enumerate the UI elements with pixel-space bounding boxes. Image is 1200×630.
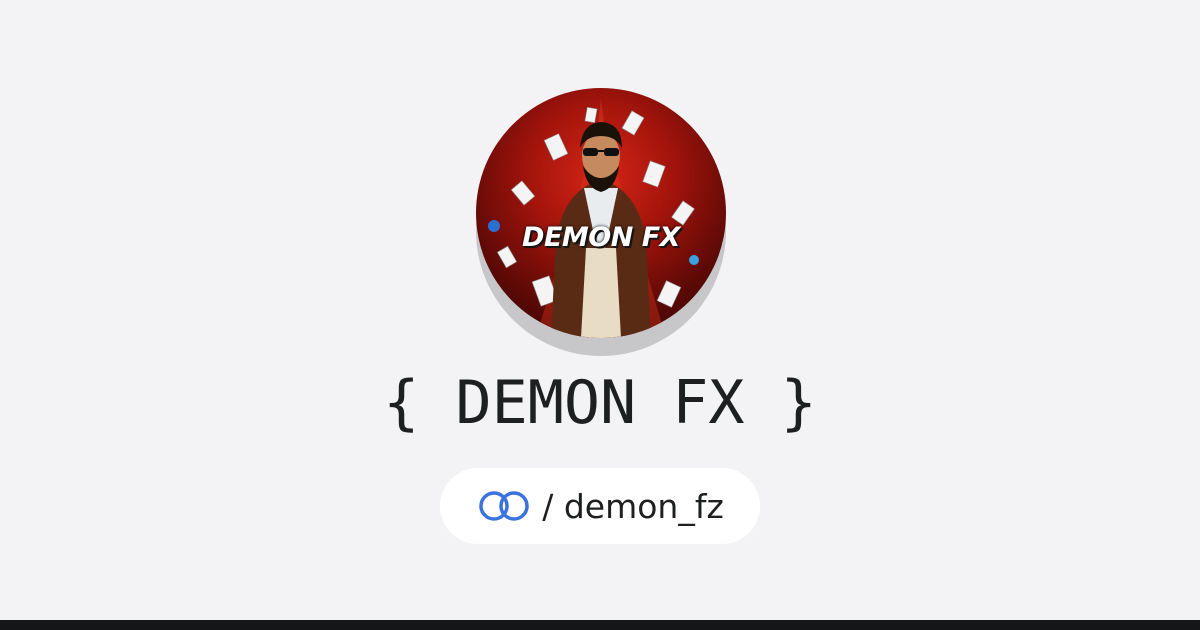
profile-avatar: DEMON FX (476, 88, 726, 358)
bottom-bar (0, 620, 1200, 630)
profile-name: { DEMON FX } (383, 368, 817, 438)
avatar-caption: DEMON FX (522, 222, 680, 253)
linked-rings-icon (479, 491, 529, 521)
avatar-image: DEMON FX (476, 88, 726, 338)
handle-text: / demon_fz (542, 486, 724, 526)
handle-link-button[interactable]: / demon_fz (440, 468, 760, 544)
avatar-artwork (488, 98, 699, 338)
